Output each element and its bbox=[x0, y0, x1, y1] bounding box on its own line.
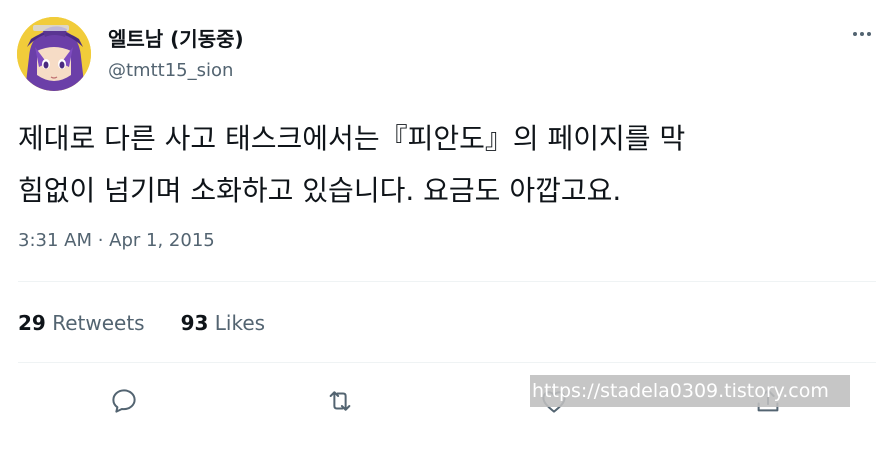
retweet-button[interactable] bbox=[323, 384, 357, 418]
more-dots-icon bbox=[853, 32, 871, 36]
retweets-label: Retweets bbox=[52, 311, 145, 335]
reply-icon bbox=[112, 389, 136, 413]
retweets-count: 29 bbox=[18, 311, 46, 335]
likes-stat[interactable]: 93 Likes bbox=[181, 311, 266, 335]
retweets-stat[interactable]: 29 Retweets bbox=[18, 311, 145, 335]
watermark: https://stadela0309.tistory.com bbox=[530, 375, 850, 407]
divider bbox=[18, 362, 876, 363]
tweet-timestamp[interactable]: 3:31 AM · Apr 1, 2015 bbox=[18, 230, 215, 251]
author-display-name[interactable]: 엘트남 (기동중) bbox=[108, 23, 244, 52]
author-handle[interactable]: @tmtt15_sion bbox=[108, 60, 233, 81]
likes-label: Likes bbox=[214, 311, 266, 335]
tweet-text: 제대로 다른 사고 태스크에서는『피안도』의 페이지를 막 힘없이 넘기며 소화… bbox=[18, 113, 878, 217]
divider bbox=[18, 281, 876, 282]
avatar-image bbox=[17, 17, 91, 91]
tweet-card: 엘트남 (기동중) @tmtt15_sion 제대로 다른 사고 태스크에서는『… bbox=[0, 0, 894, 454]
more-options-button[interactable] bbox=[846, 18, 878, 50]
retweet-icon bbox=[329, 391, 351, 411]
likes-count: 93 bbox=[180, 311, 209, 335]
reply-button[interactable] bbox=[107, 384, 141, 418]
avatar[interactable] bbox=[17, 17, 91, 91]
tweet-text-line: 제대로 다른 사고 태스크에서는『피안도』의 페이지를 막 bbox=[18, 122, 686, 155]
tweet-stats: 29 Retweets 93 Likes bbox=[18, 311, 265, 335]
tweet-text-line: 힘없이 넘기며 소화하고 있습니다. 요금도 아깝고요. bbox=[18, 174, 622, 207]
